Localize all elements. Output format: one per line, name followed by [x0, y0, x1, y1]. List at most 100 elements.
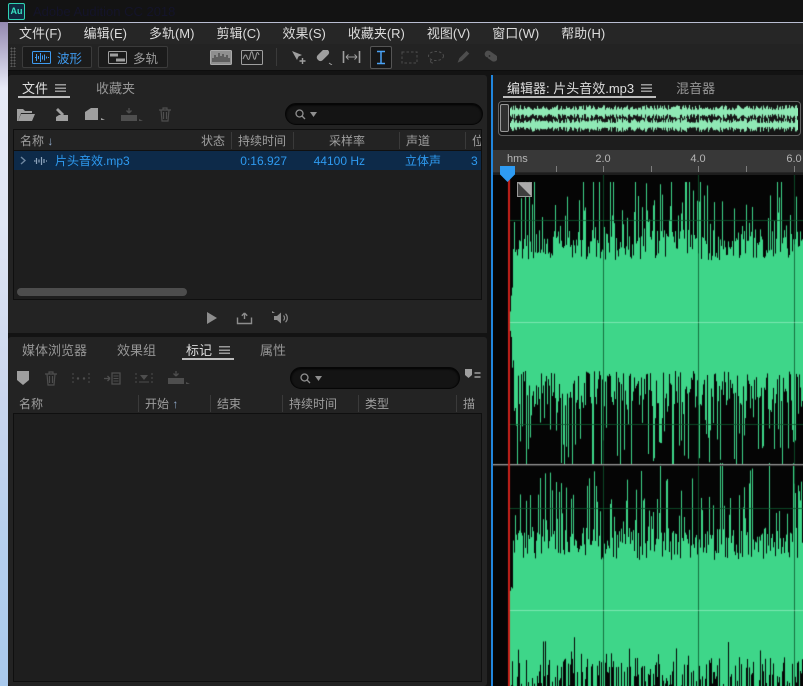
tab-mixer-label: 混音器 [676, 81, 716, 96]
toolbar-drag-handle[interactable] [10, 47, 16, 67]
tab-mixer[interactable]: 混音器 [672, 75, 719, 100]
markers-empty-list[interactable] [13, 413, 482, 682]
selection-grabber-handle[interactable] [517, 182, 532, 197]
paintbrush-tool[interactable] [454, 50, 470, 65]
column-duration[interactable]: 持续时间 [231, 131, 293, 149]
overview-strip[interactable] [498, 101, 801, 136]
column-marker-type[interactable]: 类型 [358, 394, 456, 412]
panel-menu-icon[interactable] [55, 83, 67, 92]
add-marker-button[interactable] [16, 370, 30, 386]
play-button[interactable] [206, 311, 218, 325]
save-file-button[interactable] [120, 107, 144, 122]
file-name: 片头音效.mp3 [55, 154, 130, 168]
column-marker-name[interactable]: 名称 [13, 395, 138, 412]
tab-markers[interactable]: 标记 [182, 337, 235, 362]
column-name[interactable]: 名称 ↓ [14, 132, 179, 149]
horizontal-scrollbar[interactable] [17, 288, 187, 296]
menu-item-window[interactable]: 窗口(W) [481, 23, 550, 44]
tab-properties[interactable]: 属性 [256, 337, 290, 362]
speaker-button[interactable] [271, 311, 290, 325]
audio-file-icon [33, 156, 48, 166]
panel-menu-icon[interactable] [219, 345, 231, 354]
column-marker-start[interactable]: 开始 ↑ [138, 394, 210, 412]
export-markers-button[interactable] [167, 371, 191, 385]
ruler-label-2: 2.0 [595, 153, 611, 165]
new-content-button[interactable] [84, 107, 106, 121]
delete-marker-button[interactable] [44, 370, 58, 386]
expand-chevron-icon[interactable] [20, 156, 26, 165]
razor-tool[interactable] [316, 49, 333, 65]
menu-item-effects[interactable]: 效果(S) [272, 23, 337, 44]
tab-media-browser[interactable]: 媒体浏览器 [18, 337, 91, 362]
sort-desc-icon: ↓ [47, 133, 54, 148]
marquee-selection-tool[interactable] [401, 51, 418, 64]
app-toolbar: 波形 多轨 [8, 44, 803, 71]
timeline-ruler[interactable]: hms 2.0 4.0 6.0 [493, 150, 803, 173]
search-dropdown-icon [315, 375, 322, 381]
column-marker-duration[interactable]: 持续时间 [282, 394, 358, 412]
spectral-view-button[interactable] [241, 49, 264, 65]
column-status[interactable]: 状态 [179, 132, 231, 149]
file-sample-rate: 44100 Hz [313, 153, 365, 168]
tab-effects-rack[interactable]: 效果组 [113, 337, 160, 362]
column-marker-end[interactable]: 结束 [210, 394, 282, 412]
waveform-mode-button[interactable]: 波形 [22, 46, 93, 68]
search-icon [294, 108, 308, 121]
menu-item-clip[interactable]: 剪辑(C) [205, 23, 271, 44]
markers-panel: 媒体浏览器 效果组 标记 属性 名称 开始 ↑ 结束 持续时间 类型 描 [8, 337, 487, 686]
time-selection-tool[interactable] [342, 50, 361, 64]
waveform-mode-icon [32, 50, 51, 64]
files-search-input[interactable] [285, 103, 483, 125]
file-row-selected[interactable]: 片头音效.mp3 0:16.927 44100 Hz 立体声 3 [14, 151, 481, 170]
sort-asc-icon: ↑ [172, 396, 179, 411]
lasso-selection-tool[interactable] [427, 50, 445, 64]
tab-properties-label: 属性 [260, 343, 287, 358]
menu-item-help[interactable]: 帮助(H) [550, 23, 616, 44]
tab-files[interactable]: 文件 [18, 75, 71, 100]
healing-brush-tool[interactable] [479, 50, 498, 64]
overview-left-handle[interactable] [500, 104, 509, 132]
insert-into-multitrack-button[interactable] [104, 371, 121, 385]
overview-waveform-canvas [510, 103, 798, 134]
menu-item-edit[interactable]: 编辑(E) [73, 23, 138, 44]
markers-list-header: 名称 开始 ↑ 结束 持续时间 类型 描 [13, 393, 482, 413]
merge-markers-button[interactable] [135, 372, 153, 385]
menu-item-file[interactable]: 文件(F) [8, 23, 73, 44]
multitrack-mode-label: 多轨 [133, 51, 159, 66]
tab-editor[interactable]: 编辑器: 片头音效.mp3 [503, 75, 657, 100]
marker-list-toggle-button[interactable] [464, 368, 481, 383]
multitrack-mode-button[interactable]: 多轨 [98, 46, 169, 68]
editor-panel-tabs: 编辑器: 片头音效.mp3 混音器 [493, 75, 803, 100]
toolbar-separator [276, 48, 278, 66]
ruler-tick [698, 166, 699, 172]
app-logo-icon: Au [8, 2, 25, 20]
column-channels[interactable]: 声道 [399, 131, 465, 149]
title-bar[interactable]: Au Adobe Audition CC 2018 [0, 0, 803, 22]
waveform-canvas[interactable] [493, 175, 803, 686]
tab-media-browser-label: 媒体浏览器 [22, 343, 88, 358]
files-list-header: 名称 ↓ 状态 持续时间 采样率 声道 位 [14, 130, 481, 151]
audition-window: Au Adobe Audition CC 2018 文件(F) 编辑(E) 多轨… [0, 0, 803, 686]
open-file-button[interactable] [16, 107, 36, 122]
column-marker-desc[interactable]: 描 [456, 394, 482, 412]
menu-item-view[interactable]: 视图(V) [416, 23, 481, 44]
move-tool[interactable] [290, 50, 307, 65]
ibeam-tool[interactable] [370, 45, 393, 69]
tab-effects-rack-label: 效果组 [117, 343, 157, 358]
panel-menu-icon[interactable] [641, 83, 653, 92]
delete-file-button[interactable] [158, 106, 172, 122]
ruler-label-6: 6.0 [786, 153, 802, 165]
window-title: Adobe Audition CC 2018 [33, 3, 176, 19]
markers-search-input[interactable] [290, 367, 460, 389]
menu-item-multitrack[interactable]: 多轨(M) [138, 23, 206, 44]
column-sample-rate[interactable]: 采样率 [293, 131, 399, 149]
column-bit-depth[interactable]: 位 [465, 131, 481, 149]
auto-play-button[interactable] [236, 311, 253, 326]
menu-item-favorites[interactable]: 收藏夹(R) [337, 23, 416, 44]
desktop-edge [0, 22, 8, 686]
import-file-button[interactable] [50, 107, 70, 122]
waveform-view-button[interactable] [210, 49, 233, 65]
tab-favorites[interactable]: 收藏夹 [92, 75, 139, 100]
transport-bar [8, 303, 487, 333]
interval-marker-button[interactable] [72, 372, 90, 385]
